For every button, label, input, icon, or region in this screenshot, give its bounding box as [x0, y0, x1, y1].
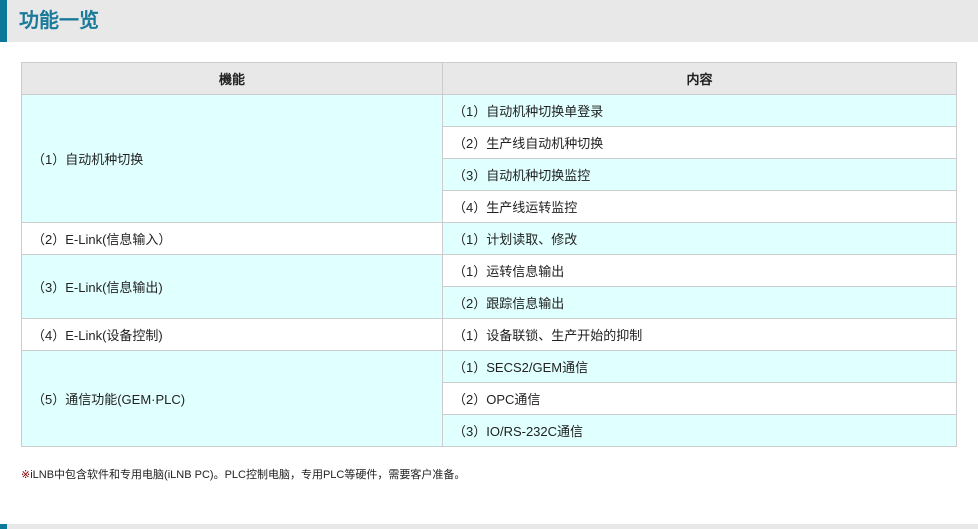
content-cell: （2）OPC通信: [442, 382, 957, 415]
content-cell: （3）自动机种切换监控: [442, 158, 957, 191]
page-title: 功能一览: [19, 10, 99, 32]
table-row: （1）自动机种切换 （1）自动机种切换单登录: [21, 94, 957, 223]
footer-accent: [0, 524, 7, 529]
content-cell: （3）IO/RS-232C通信: [442, 414, 957, 447]
content-cell: （1）设备联锁、生产开始的抑制: [442, 318, 957, 351]
function-cell: （4）E-Link(设备控制): [21, 318, 443, 351]
content-cell: （1）计划读取、修改: [442, 222, 957, 255]
table-row: （3）E-Link(信息输出) （1）运转信息输出: [21, 254, 957, 319]
footer-divider: [0, 524, 978, 529]
table-row: （5）通信功能(GEM·PLC) （1）SECS2/GEM通信: [21, 350, 957, 447]
column-header-content: 内容: [442, 62, 957, 95]
column-header-function: 機能: [21, 62, 443, 95]
section-header: 功能一览: [0, 0, 978, 42]
note-text: iLNB中包含软件和专用电脑(iLNB PC)。PLC控制电脑，专用PLC等硬件…: [30, 469, 466, 481]
function-cell: （3）E-Link(信息输出): [21, 254, 443, 319]
function-cell: （2）E-Link(信息输入）: [21, 222, 443, 255]
function-cell: （1）自动机种切换: [21, 94, 443, 223]
table-row: （2）E-Link(信息输入） （1）计划读取、修改: [21, 222, 957, 255]
footnote: ※iLNB中包含软件和专用电脑(iLNB PC)。PLC控制电脑，专用PLC等硬…: [21, 466, 465, 482]
content-cell: （2）跟踪信息输出: [442, 286, 957, 319]
content-cell: （1）SECS2/GEM通信: [442, 350, 957, 383]
function-table: 機能 内容 （1）自动机种切换 （1）自动机种切换单登录 （2）生产线自动机种切换（…: [21, 62, 957, 447]
note-mark: ※: [21, 469, 31, 481]
content-cell: （1）自动机种切换单登录: [442, 94, 957, 127]
content-cell: （1）运转信息输出: [442, 254, 957, 287]
function-cell: （5）通信功能(GEM·PLC): [21, 350, 443, 447]
table-row: （4）E-Link(设备控制) （1）设备联锁、生产开始的抑制: [21, 318, 957, 351]
header-accent-bar: [0, 0, 7, 42]
content-cell: （4）生产线运转监控: [442, 190, 957, 223]
content-cell: （2）生产线自动机种切换: [442, 126, 957, 159]
